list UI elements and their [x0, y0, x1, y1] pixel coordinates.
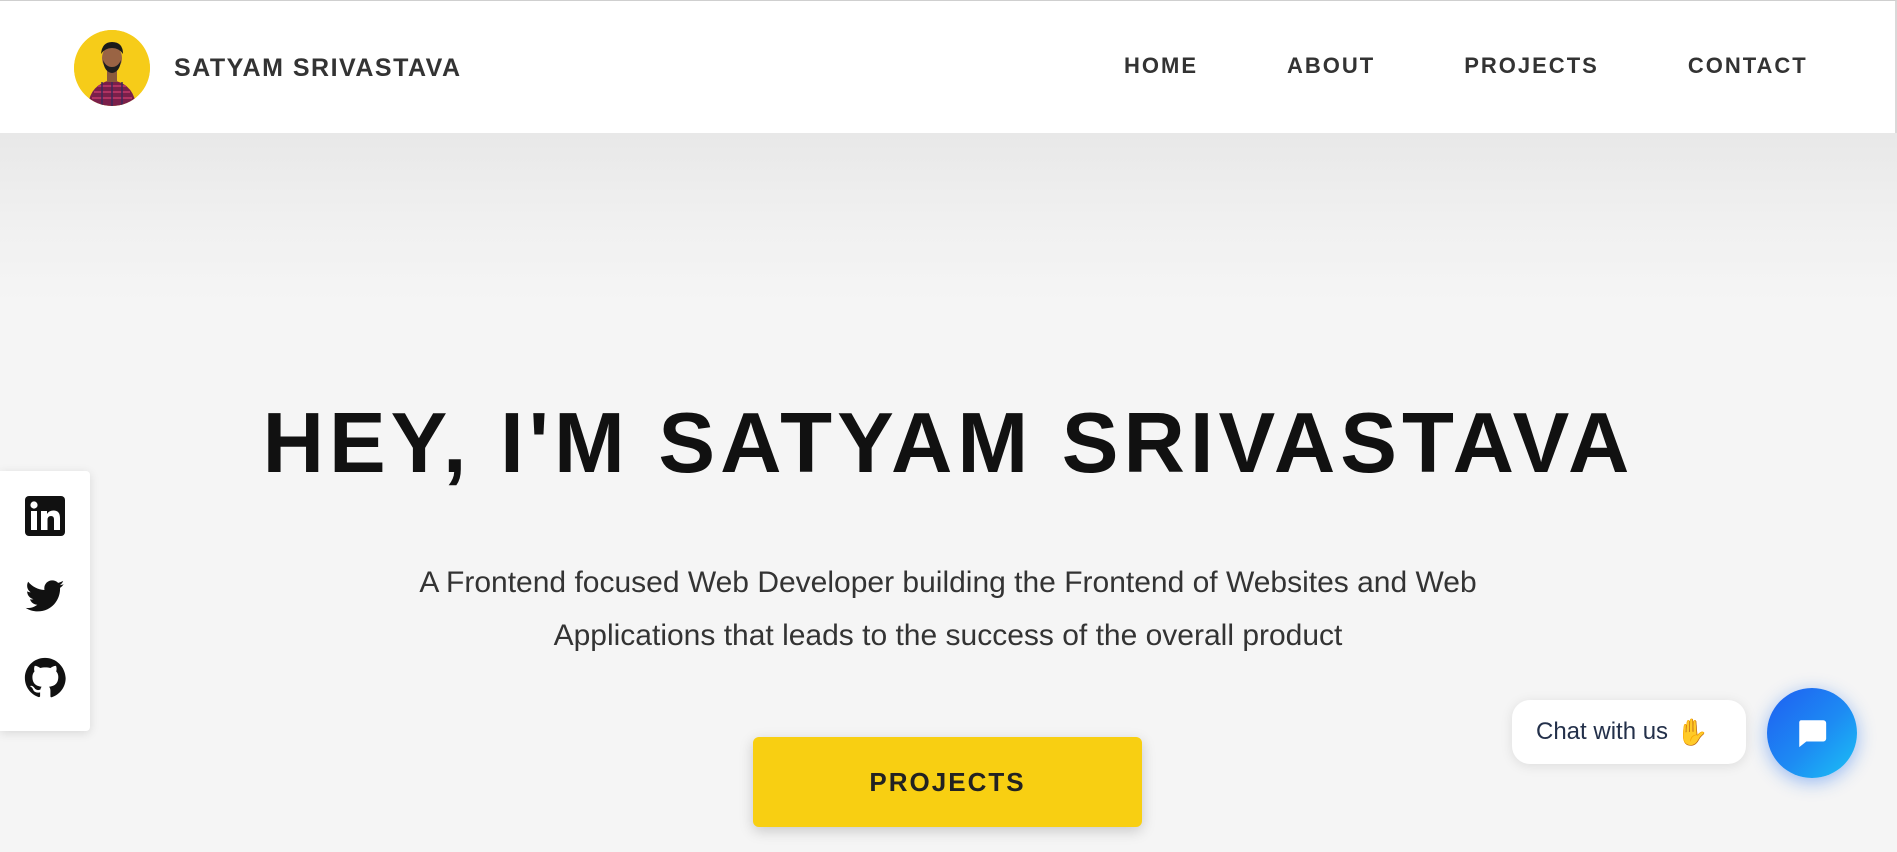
main-nav: HOME ABOUT PROJECTS CONTACT: [1124, 53, 1808, 79]
linkedin-icon[interactable]: [24, 495, 66, 537]
hero-subtitle: A Frontend focused Web Developer buildin…: [419, 566, 1477, 652]
social-sidebar: [0, 471, 90, 731]
nav-projects[interactable]: PROJECTS: [1464, 53, 1599, 79]
page: SATYAM SRIVASTAVA HOME ABOUT PROJECTS CO…: [0, 0, 1897, 852]
chat-bubble[interactable]: Chat with us ✋: [1512, 700, 1746, 764]
chat-bubble-text: Chat with us: [1536, 718, 1669, 745]
waving-hand-icon: ✋: [1676, 716, 1709, 747]
profile-photo-icon: [74, 30, 150, 106]
header-shadow: [0, 133, 1897, 303]
brand-name[interactable]: SATYAM SRIVASTAVA: [174, 54, 462, 83]
avatar: [74, 30, 150, 106]
github-icon[interactable]: [24, 657, 66, 699]
chat-open-button[interactable]: [1767, 688, 1857, 778]
nav-contact[interactable]: CONTACT: [1688, 53, 1808, 79]
hero-title: HEY, I'M SATYAM SRIVASTAVA: [262, 396, 1635, 491]
nav-home[interactable]: HOME: [1124, 53, 1198, 79]
chat-icon: [1799, 720, 1827, 748]
nav-about[interactable]: ABOUT: [1287, 53, 1375, 79]
twitter-icon[interactable]: [24, 576, 66, 618]
site-header: SATYAM SRIVASTAVA HOME ABOUT PROJECTS CO…: [0, 0, 1897, 133]
projects-button[interactable]: PROJECTS: [753, 737, 1142, 827]
brand[interactable]: SATYAM SRIVASTAVA: [74, 30, 462, 106]
